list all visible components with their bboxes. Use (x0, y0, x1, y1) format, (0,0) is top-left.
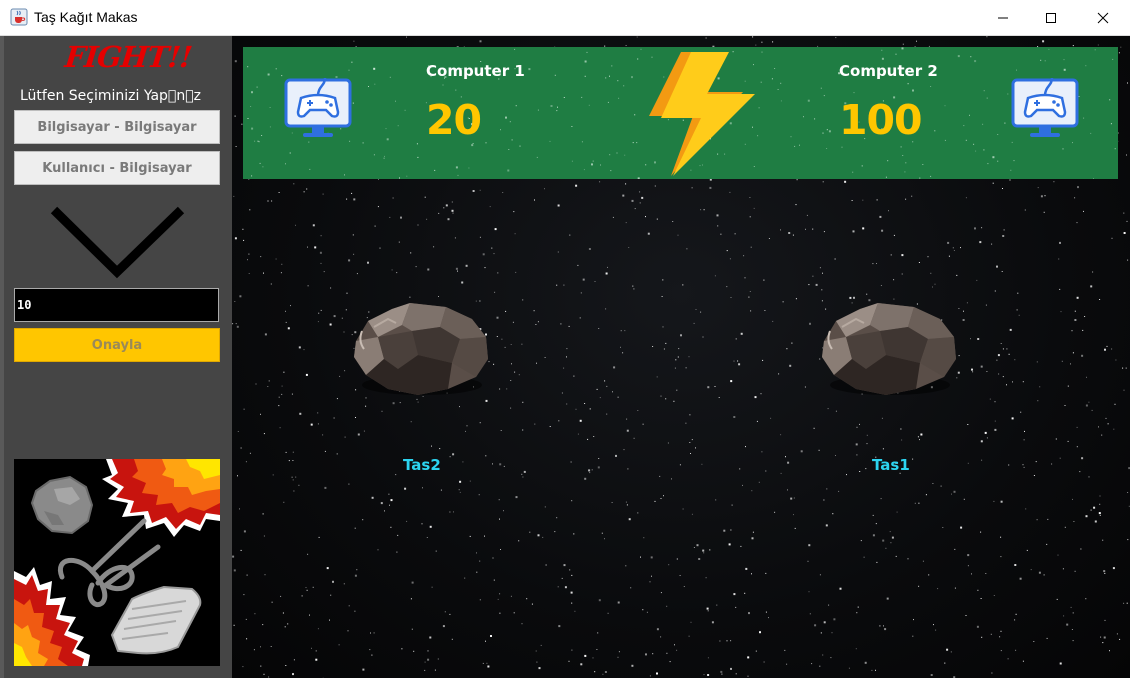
chevron-down-icon (50, 206, 185, 279)
rock-icon (822, 303, 956, 395)
rock-icon (354, 303, 488, 395)
maximize-icon (1046, 13, 1056, 23)
rounds-input[interactable] (14, 288, 219, 322)
title-bar: Taş Kağıt Makas (0, 0, 1130, 36)
lightning-bolt-icon (649, 52, 755, 176)
fight-heading: FIGHT!! (63, 40, 194, 74)
close-button[interactable] (1080, 0, 1126, 36)
player1-name: Computer 1 (426, 62, 525, 80)
player1-score: 20 (426, 96, 482, 144)
maximize-button[interactable] (1028, 0, 1074, 36)
user-vs-computer-button[interactable]: Kullanıcı - Bilgisayar (14, 151, 220, 185)
player2-name: Computer 2 (839, 62, 938, 80)
rock-paper-scissors-art (14, 459, 220, 666)
selection-prompt: Lütfen Seçiminizi Yap n z (20, 88, 201, 104)
sidebar-edge (0, 36, 4, 678)
player2-score: 100 (839, 96, 923, 144)
monitor-gamepad-icon (1011, 77, 1079, 137)
window-title: Taş Kağıt Makas (34, 9, 138, 25)
right-choice-label: Tas1 (872, 456, 910, 474)
java-cup-icon (10, 8, 28, 26)
minimize-button[interactable] (980, 0, 1026, 36)
minimize-icon (998, 17, 1008, 19)
monitor-gamepad-icon (284, 77, 352, 137)
close-icon (1097, 12, 1109, 24)
computer-vs-computer-button[interactable]: Bilgisayar - Bilgisayar (14, 110, 220, 144)
confirm-button[interactable]: Onayla (14, 328, 220, 362)
left-choice-label: Tas2 (403, 456, 441, 474)
